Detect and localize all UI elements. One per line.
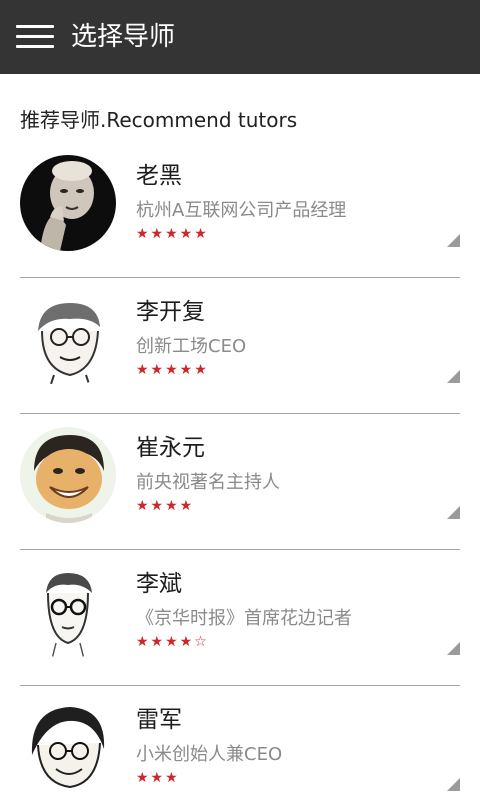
rating-stars: ★★★★ <box>136 498 195 514</box>
corner-triangle-icon <box>447 778 460 791</box>
corner-triangle-icon <box>447 506 460 519</box>
corner-triangle-icon <box>447 234 460 247</box>
tutor-name: 老黑 <box>136 163 182 189</box>
tutor-name: 雷军 <box>136 707 182 733</box>
tutor-description: 《京华时报》首席花边记者 <box>136 608 352 629</box>
tutor-avatar <box>20 699 116 795</box>
tutor-avatar <box>20 427 116 523</box>
tutor-description: 前央视著名主持人 <box>136 472 280 493</box>
hamburger-menu-icon[interactable] <box>16 23 54 51</box>
tutor-list: 老黑 杭州A互联网公司产品经理 ★★★★★ 李开复 创新工场CEO ★★★★★ … <box>20 142 460 800</box>
rating-stars: ★★★★★ <box>136 226 209 242</box>
page-title: 选择导师 <box>71 22 176 52</box>
tutor-item-laohei[interactable]: 老黑 杭州A互联网公司产品经理 ★★★★★ <box>20 142 460 278</box>
tutor-description: 小米创始人兼CEO <box>136 744 283 765</box>
tutor-name: 崔永元 <box>136 435 205 461</box>
menu-line <box>16 25 54 28</box>
portrait-sketch-icon <box>20 291 116 387</box>
tutor-avatar <box>20 291 116 387</box>
tutor-avatar <box>20 563 116 659</box>
top-bar: 选择导师 <box>0 0 480 74</box>
tutor-item-likaifu[interactable]: 李开复 创新工场CEO ★★★★★ <box>20 278 460 414</box>
app-screen: 选择导师 推荐导师.Recommend tutors 老黑 杭州A互联网公司产品… <box>0 0 480 800</box>
menu-line <box>16 45 54 48</box>
tutor-description: 杭州A互联网公司产品经理 <box>136 200 347 221</box>
tutor-item-libin[interactable]: 李斌 《京华时报》首席花边记者 ★★★★☆ <box>20 550 460 686</box>
rating-stars: ★★★ <box>136 770 180 786</box>
tutor-name: 李开复 <box>136 299 205 325</box>
portrait-caricature-icon <box>20 427 116 523</box>
corner-triangle-icon <box>447 642 460 655</box>
tutor-avatar <box>20 155 116 251</box>
rating-stars: ★★★★☆ <box>136 634 209 650</box>
tutor-item-leijun[interactable]: 雷军 小米创始人兼CEO ★★★ <box>20 686 460 800</box>
portrait-dark-icon <box>20 155 116 251</box>
section-heading: 推荐导师.Recommend tutors <box>20 108 298 132</box>
portrait-sketch-icon <box>20 563 116 659</box>
menu-line <box>16 35 54 38</box>
tutor-name: 李斌 <box>136 571 182 597</box>
rating-stars: ★★★★★ <box>136 362 209 378</box>
tutor-item-cuiyongyuan[interactable]: 崔永元 前央视著名主持人 ★★★★ <box>20 414 460 550</box>
portrait-sketch-icon <box>20 699 116 795</box>
corner-triangle-icon <box>447 370 460 383</box>
tutor-description: 创新工场CEO <box>136 336 247 357</box>
